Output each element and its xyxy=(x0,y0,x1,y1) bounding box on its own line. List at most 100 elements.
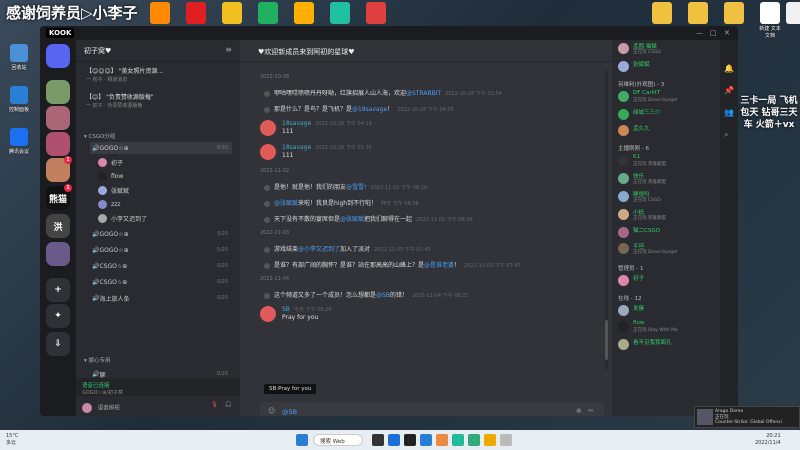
taskbar-app-icon[interactable] xyxy=(468,434,480,446)
desktop-shortcut-icon[interactable] xyxy=(150,2,170,24)
server-icon[interactable]: 洪 xyxy=(46,214,70,238)
member-item[interactable]: 孟圆·猫猫 正在玩 CSGO xyxy=(618,42,718,56)
desktop-icon[interactable]: 腾讯会议 xyxy=(4,128,34,155)
desktop-shortcut-icon[interactable] xyxy=(652,2,672,24)
server-icon[interactable] xyxy=(46,80,70,104)
category-entertainment[interactable]: ▾ 娱心专用 xyxy=(84,356,111,364)
headset-icon[interactable]: 🎧 xyxy=(225,402,232,408)
desktop-icon[interactable]: 回收站 xyxy=(4,44,34,71)
user-mention[interactable]: @雪雪! xyxy=(346,184,366,191)
menu-icon[interactable]: ≡ xyxy=(225,45,232,54)
user-mention[interactable]: @小李又迟到了 xyxy=(298,246,340,253)
voice-channel[interactable]: 🔊 海上旅人条 0/20 xyxy=(90,292,232,304)
member-item[interactable]: 快乐 正在玩 英雄联盟 xyxy=(618,172,718,186)
member-item[interactable]: K1 正在玩 英雄联盟 xyxy=(618,154,718,168)
desktop-shortcut-icon[interactable] xyxy=(724,2,744,24)
weather-widget[interactable]: 15°C 多云 xyxy=(6,433,18,447)
user-mention[interactable]: @张赋赋 xyxy=(274,200,298,207)
search-icon[interactable]: ⌕ xyxy=(724,130,728,140)
emoji-icon[interactable]: ☺ xyxy=(268,407,275,415)
taskbar-app-icon[interactable] xyxy=(452,434,464,446)
member-item[interactable]: 发簇 xyxy=(618,304,718,318)
avatar[interactable] xyxy=(260,306,276,322)
member-item[interactable]: 睡觉吗 正在玩 CSGO xyxy=(618,190,718,204)
desktop-shortcut-icon[interactable] xyxy=(760,2,780,24)
avatar[interactable] xyxy=(260,120,276,136)
voice-channel[interactable]: 🔊 GOGO☆⊕ 5/20 xyxy=(90,244,232,256)
voice-channel[interactable]: 🔊 GOGO☆⊕ 3/20 xyxy=(90,228,232,240)
taskbar-app-icon[interactable] xyxy=(372,434,384,446)
user-mention[interactable]: @STRABBIT xyxy=(406,90,441,97)
pin-icon[interactable]: 📌 xyxy=(724,86,734,95)
voice-member[interactable]: zzz xyxy=(98,198,232,210)
member-item[interactable]: 小蚂 正在玩 英雄联盟 xyxy=(618,208,718,222)
pinned-item[interactable]: 【😊】 "负责赞收源版権" 一 初子 · 负责赞收源版権 xyxy=(86,92,236,109)
desktop-shortcut-icon[interactable] xyxy=(258,2,278,24)
desktop-shortcut-icon[interactable] xyxy=(688,2,708,24)
game-toast[interactable]: Arago Dome 正在玩 Counter-Strike: Global Of… xyxy=(694,406,800,428)
voice-channel[interactable]: 🔊 GOGO☆⊕ 6/20 xyxy=(90,142,232,154)
voice-member[interactable]: 张赋赋 xyxy=(98,184,232,196)
server-icon[interactable]: ✦ xyxy=(46,304,70,328)
member-item[interactable]: 绿城三三少 xyxy=(618,108,718,122)
voice-member[interactable]: 小李又迟到了 xyxy=(98,212,232,224)
server-header[interactable]: 初子窝♥ ≡ xyxy=(76,40,240,62)
member-item[interactable]: flow 正在玩 Stay With Me xyxy=(618,320,718,334)
taskbar-search[interactable]: 搜索 Web xyxy=(313,434,363,446)
voice-channel[interactable]: 🔊 CSGO☆⊕ 0/20 xyxy=(90,260,232,272)
plus-icon[interactable]: ⊕ xyxy=(576,407,582,415)
server-icon[interactable]: 1 xyxy=(46,156,72,182)
member-item[interactable]: DF CarlitT 正在玩 Dead Hunger xyxy=(618,90,718,104)
chat-scrollbar[interactable] xyxy=(605,70,608,370)
voice-channel[interactable]: 🔊 CSGO☆⊕ 0/20 xyxy=(90,276,232,288)
avatar[interactable] xyxy=(82,403,92,413)
taskbar-app-icon[interactable] xyxy=(436,434,448,446)
message-author[interactable]: SB 今天 下午 08:26 xyxy=(282,306,332,313)
message-author[interactable]: 18savage 2022-10-28 下午 05:35 xyxy=(282,144,372,151)
member-item[interactable]: 看不见我我面孔 xyxy=(618,338,718,352)
scissors-icon[interactable]: ✂ xyxy=(588,407,594,415)
user-mention[interactable]: @18savage xyxy=(352,106,387,113)
server-icon[interactable] xyxy=(46,44,70,68)
bell-icon[interactable]: 🔔 xyxy=(724,64,734,73)
desktop-shortcut-icon[interactable] xyxy=(294,2,314,24)
members-icon[interactable]: 👥 xyxy=(724,108,734,117)
close-button[interactable]: ✕ xyxy=(724,29,730,37)
desktop-shortcut-icon[interactable] xyxy=(330,2,350,24)
scrollbar-thumb[interactable] xyxy=(605,320,608,360)
taskbar-app-icon[interactable] xyxy=(420,434,432,446)
taskbar-app-icon[interactable] xyxy=(500,434,512,446)
taskbar-app-icon[interactable] xyxy=(404,434,416,446)
message-input[interactable]: ☺ @SB ⊕ ✂ xyxy=(260,402,604,416)
server-icon[interactable]: ⇩ xyxy=(46,332,70,356)
server-icon[interactable] xyxy=(46,106,70,130)
taskbar-app-icon[interactable] xyxy=(484,434,496,446)
voice-member[interactable]: 初子 xyxy=(98,156,232,168)
user-mention[interactable]: @SB xyxy=(376,292,390,299)
server-icon[interactable] xyxy=(46,242,70,266)
desktop-icon[interactable]: 控制面板 xyxy=(4,86,34,113)
voice-member[interactable]: flow xyxy=(98,170,232,182)
message-author[interactable]: 18savage 2022-10-28 下午 04:19 xyxy=(282,120,372,127)
category-csgo[interactable]: ▾ CSGO分组 xyxy=(84,132,115,140)
minimize-button[interactable]: — xyxy=(696,29,703,37)
member-item[interactable]: 初子 xyxy=(618,274,718,288)
member-item[interactable]: 猫二CSGO xyxy=(618,226,718,240)
server-icon[interactable]: + xyxy=(46,278,70,302)
taskbar-app-icon[interactable] xyxy=(388,434,400,446)
member-item[interactable]: 孟久九 xyxy=(618,124,718,138)
system-clock[interactable]: 20:21 2022/11/4 xyxy=(755,433,781,447)
desktop-shortcut-icon[interactable] xyxy=(186,2,206,24)
user-mention[interactable]: @是谁老婆 xyxy=(424,262,454,269)
pinned-item[interactable]: 【😊😊😊】 "美女照片资源... 一 初子 · 频道消息 xyxy=(86,66,236,83)
server-icon[interactable]: 熊猫 1 xyxy=(46,184,72,210)
maximize-button[interactable]: □ xyxy=(710,29,717,37)
windows-start-icon[interactable] xyxy=(296,434,308,446)
desktop-shortcut-icon[interactable] xyxy=(222,2,242,24)
user-mention[interactable]: @张赋赋 xyxy=(340,216,364,223)
desktop-shortcut-icon[interactable] xyxy=(786,2,800,24)
avatar[interactable] xyxy=(260,144,276,160)
member-item[interactable]: 平坦 正在玩 Dead Hunger xyxy=(618,242,718,256)
desktop-shortcut-icon[interactable] xyxy=(366,2,386,24)
server-icon[interactable] xyxy=(46,132,70,156)
